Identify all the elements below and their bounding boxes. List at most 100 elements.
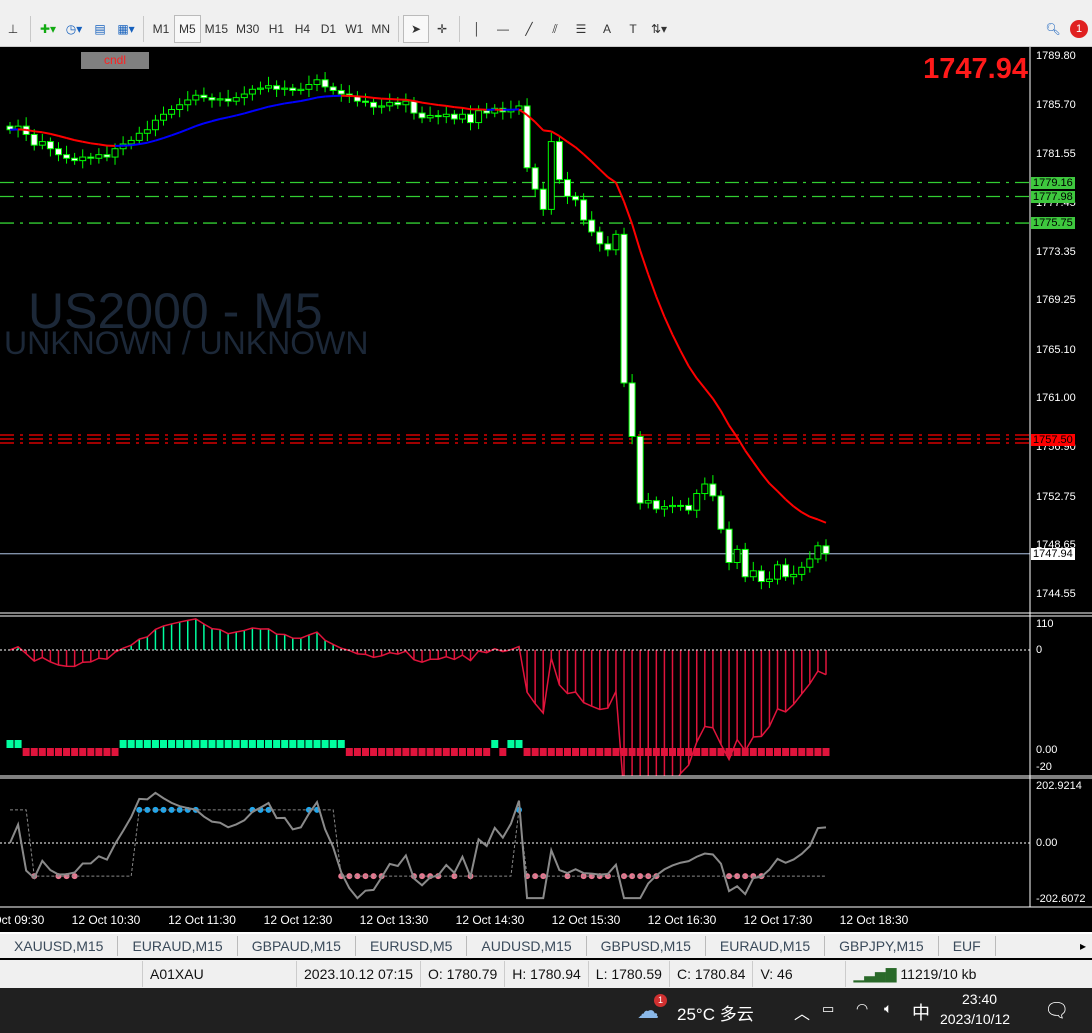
- battery-icon[interactable]: ▭: [822, 1001, 834, 1017]
- trend-square: [232, 740, 240, 748]
- timeframe-w1[interactable]: W1: [341, 15, 367, 43]
- chart-tab[interactable]: GBPJPY,M15: [825, 936, 939, 956]
- moving-average-segment: [58, 134, 67, 139]
- moving-average-segment: [663, 316, 674, 336]
- bear-candle: [596, 231, 604, 245]
- indicator1-pane[interactable]: [0, 617, 1030, 776]
- main-price-pane[interactable]: [0, 47, 1030, 613]
- ime-indicator[interactable]: 中: [912, 999, 930, 1025]
- bull-candle: [216, 98, 224, 101]
- bull-candle: [701, 483, 709, 495]
- tabs-scroll-right[interactable]: ▸: [1074, 939, 1092, 953]
- chart-tab[interactable]: GBPUSD,M15: [587, 936, 706, 956]
- moving-average-segment: [760, 472, 771, 485]
- indicator2-tick: 0.00: [1036, 837, 1058, 849]
- time-tick: 12 Oct 09:30: [0, 913, 45, 927]
- timeframe-h4[interactable]: H4: [289, 15, 315, 43]
- bear-candle: [410, 100, 418, 114]
- status-open: O: 1780.79: [421, 961, 506, 987]
- vertical-line-icon[interactable]: │: [464, 15, 490, 43]
- moving-average-segment: [671, 334, 682, 352]
- bear-candle: [580, 199, 588, 221]
- traffic-text: 11219/10 kb: [900, 966, 977, 982]
- cndl-button[interactable]: cndl: [81, 52, 149, 69]
- timeframe-m5[interactable]: M5: [174, 15, 201, 43]
- new-chart-icon[interactable]: ✚▾: [35, 15, 61, 43]
- bear-candle: [822, 545, 830, 555]
- clock-icon[interactable]: ◷▾: [61, 15, 87, 43]
- timeframe-m1[interactable]: M1: [148, 15, 174, 43]
- chart-tab[interactable]: GBPAUD,M15: [238, 936, 356, 956]
- action-center-icon[interactable]: 🗨︎: [1044, 998, 1069, 1023]
- chart-window-icon[interactable]: ▤: [87, 15, 113, 43]
- equidistant-channel-icon[interactable]: ⫽: [542, 15, 568, 43]
- clock-time[interactable]: 23:40: [962, 991, 997, 1007]
- moving-average-segment: [655, 296, 666, 318]
- trend-square: [660, 748, 668, 756]
- trend-square: [677, 748, 685, 756]
- price-axis[interactable]: 1789.80 1785.70 1781.55 1777.45 1773.35 1769.…: [1030, 47, 1092, 613]
- chart-tab[interactable]: AUDUSD,M15: [467, 936, 587, 956]
- time-tick: 12 Oct 13:30: [359, 913, 429, 927]
- bear-candle: [725, 528, 733, 563]
- moving-average-segment: [187, 125, 197, 131]
- trend-square: [313, 740, 321, 748]
- time-tick: 12 Oct 12:30: [263, 913, 333, 927]
- chart-window[interactable]: US2000 - M5 UNKNOWN / UNKNOWN cndl 1747.…: [0, 47, 1092, 930]
- weather-text[interactable]: 25°C 多云: [677, 1000, 754, 1025]
- bear-candle: [434, 114, 442, 118]
- trend-square: [127, 740, 135, 748]
- trend-square: [273, 740, 281, 748]
- arrows-icon[interactable]: ⇅▾: [646, 15, 672, 43]
- moving-average-segment: [235, 112, 245, 117]
- moving-average-segment: [98, 143, 108, 147]
- trend-square: [475, 748, 483, 756]
- bear-candle: [337, 89, 345, 95]
- chart-tab[interactable]: XAUUSD,M15: [0, 936, 119, 956]
- text-label-icon[interactable]: T: [620, 15, 646, 43]
- timeframe-d1[interactable]: D1: [315, 15, 341, 43]
- bull-candle: [168, 109, 176, 115]
- timeframe-h1[interactable]: H1: [263, 15, 289, 43]
- cursor-icon[interactable]: ➤: [403, 15, 430, 43]
- timeframe-mn[interactable]: MN: [367, 15, 394, 43]
- moving-average-segment: [582, 153, 593, 163]
- moving-average-segment: [357, 95, 366, 98]
- timeframe-m30[interactable]: M30: [232, 15, 263, 43]
- wifi-icon[interactable]: ◠: [856, 1000, 868, 1017]
- search-icon[interactable]: 🔍︎: [1040, 15, 1066, 43]
- chart-tab[interactable]: EURUSD,M5: [356, 936, 468, 956]
- bear-candle: [782, 564, 790, 578]
- bull-candle: [426, 114, 434, 119]
- bull-candle: [798, 566, 806, 575]
- connection-status[interactable]: ▁▃▅▇ 11219/10 kb: [846, 961, 983, 987]
- bull-candle: [248, 88, 256, 95]
- chevron-up-icon[interactable]: ︿: [794, 1000, 810, 1024]
- trend-square: [652, 748, 660, 756]
- trend-square: [353, 748, 361, 756]
- text-icon[interactable]: A: [594, 15, 620, 43]
- trend-square: [822, 748, 830, 756]
- notifications-icon[interactable]: 1: [1066, 15, 1092, 43]
- crosshair-icon[interactable]: ✛: [429, 15, 455, 43]
- crosshair-chart-icon[interactable]: ⊥: [0, 15, 26, 43]
- moving-average-segment: [712, 398, 722, 412]
- horizontal-line-icon[interactable]: —: [490, 15, 516, 43]
- moving-average-segment: [639, 250, 650, 275]
- trend-square: [184, 740, 192, 748]
- bear-candle: [450, 113, 458, 120]
- timeframe-m15[interactable]: M15: [201, 15, 232, 43]
- trend-square: [814, 748, 822, 756]
- clock-date[interactable]: 2023/10/12: [940, 1011, 1010, 1027]
- bull-candle: [143, 129, 151, 134]
- chart-tab[interactable]: EURAUD,M15: [706, 936, 826, 956]
- moving-average-segment: [801, 511, 811, 518]
- indicator2-pane[interactable]: [0, 777, 1030, 907]
- chart-tab[interactable]: EURAUD,M15: [118, 936, 238, 956]
- trendline-icon[interactable]: ╱: [516, 15, 542, 43]
- fibonacci-icon[interactable]: ☰: [568, 15, 594, 43]
- status-volume: V: 46: [753, 961, 847, 987]
- chart-tab[interactable]: EUF: [939, 936, 996, 956]
- volume-icon[interactable]: 🔈︎: [884, 1000, 892, 1017]
- templates-icon[interactable]: ▦▾: [113, 15, 139, 43]
